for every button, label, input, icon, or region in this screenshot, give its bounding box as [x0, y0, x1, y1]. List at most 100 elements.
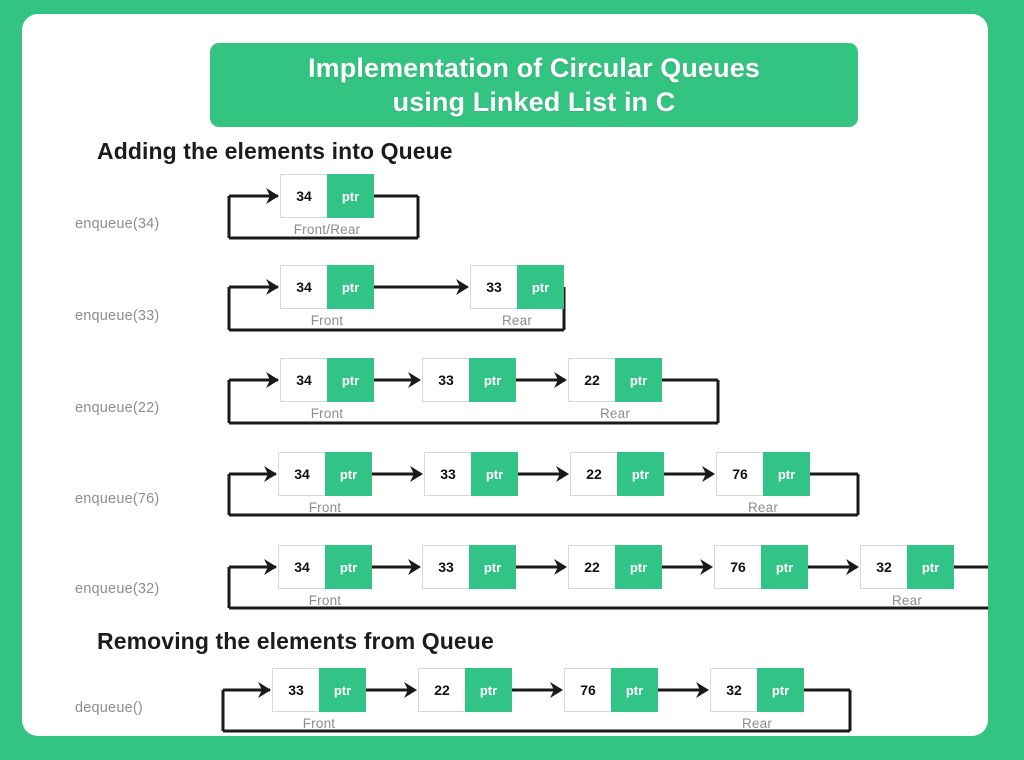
node-value: 22 — [570, 452, 617, 496]
queue-node: 34 ptr — [278, 545, 372, 589]
queue-node: 33 ptr — [272, 668, 366, 712]
arrow-head — [410, 466, 423, 482]
node-value: 22 — [568, 358, 615, 402]
section-heading-removing: Removing the elements from Queue — [97, 628, 494, 654]
poster-title-line-1: Implementation of Circular Queues — [308, 52, 760, 83]
arrow-head — [700, 559, 713, 575]
queue-node: 33 ptr — [424, 452, 518, 496]
arrow-head — [266, 372, 279, 388]
node-pointer-cell: ptr — [327, 358, 374, 402]
node-pointer-cell: ptr — [471, 452, 518, 496]
node-pointer-label: Front — [302, 716, 336, 731]
node-pointer-label: Front — [308, 593, 342, 608]
node-value: 34 — [280, 358, 327, 402]
operation-label: enqueue(32) — [75, 581, 160, 597]
queue-node: 22 ptr — [570, 452, 664, 496]
poster-title-banner: Implementation of Circular Queues using … — [210, 43, 858, 127]
node-value: 33 — [424, 452, 471, 496]
poster-title-line-2: using Linked List in C — [392, 87, 676, 117]
node-pointer-cell: ptr — [761, 545, 808, 589]
queue-node: 22 ptr — [418, 668, 512, 712]
queue-node: 32 ptr — [710, 668, 804, 712]
node-pointer-cell: ptr — [465, 668, 512, 712]
arrow-head — [696, 682, 709, 698]
arrow-head — [404, 682, 417, 698]
node-value: 33 — [422, 358, 469, 402]
node-pointer-label: Front — [308, 500, 342, 515]
node-pointer-label: Rear — [501, 313, 533, 328]
poster-card: Implementation of Circular Queues using … — [22, 14, 988, 736]
node-value: 33 — [422, 545, 469, 589]
node-pointer-cell: ptr — [517, 265, 564, 309]
queue-node: 76 ptr — [716, 452, 810, 496]
node-value: 32 — [860, 545, 907, 589]
queue-node: 34 ptr — [280, 174, 374, 218]
arrow-head — [266, 188, 279, 204]
node-pointer-cell: ptr — [757, 668, 804, 712]
arrow-head — [702, 466, 715, 482]
node-pointer-cell: ptr — [327, 174, 374, 218]
node-pointer-cell: ptr — [615, 358, 662, 402]
operation-label: dequeue() — [75, 700, 143, 716]
arrow-head — [846, 559, 859, 575]
arrow-head — [408, 559, 421, 575]
node-pointer-cell: ptr — [469, 358, 516, 402]
node-pointer-cell: ptr — [617, 452, 664, 496]
node-pointer-label: Front — [310, 406, 344, 421]
operation-label: enqueue(22) — [75, 400, 160, 416]
operation-label: enqueue(33) — [75, 308, 160, 324]
node-value: 32 — [710, 668, 757, 712]
node-pointer-label: Rear — [891, 593, 923, 608]
node-pointer-label: Front — [310, 313, 344, 328]
poster-page: Implementation of Circular Queues using … — [0, 0, 1024, 760]
queue-node: 34 ptr — [280, 358, 374, 402]
node-pointer-label: Rear — [599, 406, 631, 421]
node-pointer-cell: ptr — [325, 452, 372, 496]
queue-node: 22 ptr — [568, 545, 662, 589]
node-value: 34 — [278, 545, 325, 589]
poster-title-text: Implementation of Circular Queues using … — [294, 51, 774, 120]
queue-node: 34 ptr — [280, 265, 374, 309]
node-pointer-label: Rear — [741, 716, 773, 731]
arrow-head — [408, 372, 421, 388]
arrow-head — [554, 372, 567, 388]
node-value: 22 — [418, 668, 465, 712]
arrow-head — [554, 559, 567, 575]
node-pointer-cell: ptr — [611, 668, 658, 712]
arrow-head — [456, 279, 469, 295]
arrow-head — [550, 682, 563, 698]
node-pointer-cell: ptr — [325, 545, 372, 589]
node-pointer-label: Front/Rear — [293, 222, 361, 237]
queue-node: 33 ptr — [470, 265, 564, 309]
arrow-head — [266, 279, 279, 295]
node-value: 34 — [280, 265, 327, 309]
queue-node: 33 ptr — [422, 358, 516, 402]
node-pointer-cell: ptr — [615, 545, 662, 589]
queue-node: 34 ptr — [278, 452, 372, 496]
operation-label: enqueue(34) — [75, 216, 160, 232]
node-value: 22 — [568, 545, 615, 589]
node-value: 76 — [714, 545, 761, 589]
node-pointer-label: Rear — [747, 500, 779, 515]
node-value: 33 — [470, 265, 517, 309]
node-pointer-cell: ptr — [469, 545, 516, 589]
node-pointer-cell: ptr — [907, 545, 954, 589]
operation-label: enqueue(76) — [75, 491, 160, 507]
node-pointer-cell: ptr — [327, 265, 374, 309]
node-value: 76 — [564, 668, 611, 712]
node-value: 34 — [280, 174, 327, 218]
queue-node: 22 ptr — [568, 358, 662, 402]
arrow-head — [264, 559, 277, 575]
node-pointer-cell: ptr — [763, 452, 810, 496]
arrow-head — [258, 682, 271, 698]
arrow-head — [556, 466, 569, 482]
node-value: 34 — [278, 452, 325, 496]
queue-node: 76 ptr — [714, 545, 808, 589]
node-value: 76 — [716, 452, 763, 496]
node-value: 33 — [272, 668, 319, 712]
section-heading-adding: Adding the elements into Queue — [97, 138, 453, 164]
queue-node: 76 ptr — [564, 668, 658, 712]
queue-node: 33 ptr — [422, 545, 516, 589]
arrow-head — [264, 466, 277, 482]
node-pointer-cell: ptr — [319, 668, 366, 712]
